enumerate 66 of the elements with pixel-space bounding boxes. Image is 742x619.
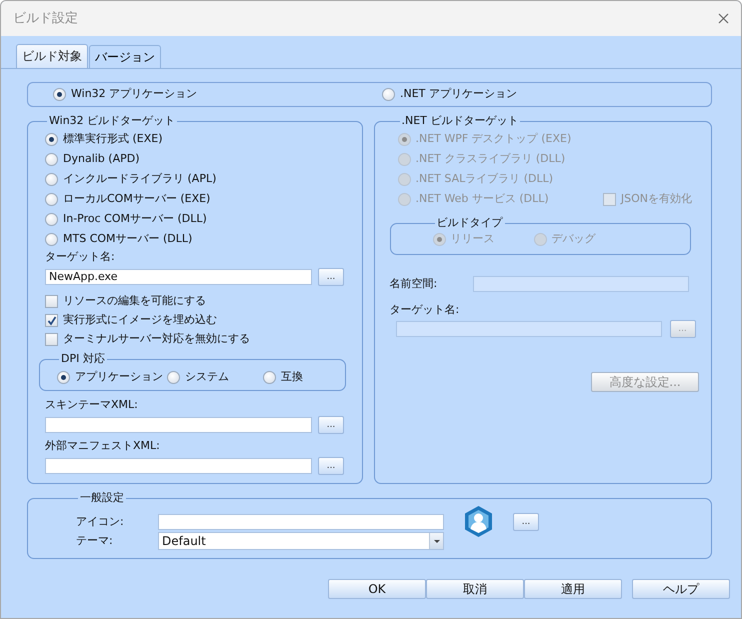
- radio-label: .NET Web サービス (DLL): [416, 190, 549, 207]
- radio-label: In-Proc COMサーバー (DLL): [63, 210, 207, 227]
- radio-label: .NET SALライブラリ (DLL): [416, 170, 554, 187]
- browse-button[interactable]: ...: [513, 512, 539, 530]
- field-label: 名前空間:: [390, 277, 438, 291]
- radio-label: .NET アプリケーション: [400, 86, 517, 102]
- radio-label: MTS COMサーバー (DLL): [63, 230, 192, 247]
- group-label: .NET ビルドターゲット: [400, 115, 520, 127]
- field-label: アイコン:: [76, 514, 125, 528]
- tab[interactable]: ビルド対象: [16, 44, 88, 68]
- radio-button[interactable]: [45, 212, 58, 226]
- dialog-button[interactable]: 適用: [524, 579, 622, 599]
- dropdown-value: Default: [162, 533, 206, 550]
- group-label: 一般設定: [79, 492, 125, 504]
- radio-button[interactable]: [45, 152, 58, 166]
- checkbox-label: リソースの編集を可能にする: [63, 293, 206, 310]
- radio-label: リリース: [450, 230, 494, 247]
- dialog-button[interactable]: ヘルプ: [632, 579, 730, 599]
- checkbox-label: JSONを有効化: [620, 190, 692, 207]
- radio-label: インクルードライブラリ (APL): [63, 170, 216, 187]
- radio-label: アプリケーション: [75, 368, 163, 385]
- group-label: ビルドタイプ: [436, 217, 504, 229]
- dialog-button[interactable]: 取消: [426, 579, 524, 599]
- radio-button[interactable]: [382, 88, 395, 101]
- theme-dropdown[interactable]: Default: [158, 532, 444, 550]
- avatar-icon: [462, 505, 495, 538]
- text-field[interactable]: NewApp.exe: [45, 269, 312, 285]
- radio-button[interactable]: [263, 370, 276, 384]
- checkbox[interactable]: [45, 333, 58, 346]
- checkbox[interactable]: [45, 295, 58, 308]
- radio-button[interactable]: [57, 370, 70, 384]
- tab[interactable]: バージョン: [89, 45, 161, 68]
- browse-button[interactable]: ...: [318, 457, 344, 475]
- field-label: ターゲット名:: [390, 303, 460, 317]
- radio-button[interactable]: [53, 88, 66, 101]
- radio-label: .NET WPF デスクトップ (EXE): [416, 130, 572, 147]
- field-label: スキンテーマXML:: [45, 398, 139, 412]
- radio-label: ローカルCOMサーバー (EXE): [63, 190, 210, 207]
- field-label: 外部マニフェストXML:: [45, 439, 161, 453]
- text-field[interactable]: [45, 417, 312, 433]
- browse-button[interactable]: ...: [318, 416, 344, 434]
- browse-button[interactable]: ...: [318, 268, 344, 286]
- radio-label: Dynalib (APD): [63, 150, 140, 167]
- group-label: Win32 ビルドターゲット: [48, 115, 176, 127]
- radio-label: システム: [185, 368, 229, 385]
- checkbox-label: 実行形式にイメージを埋め込む: [63, 312, 217, 328]
- dialog-button[interactable]: OK: [328, 579, 426, 599]
- text-field[interactable]: [158, 514, 444, 530]
- group-label: DPI 対応: [60, 353, 106, 365]
- radio-label: 標準実行形式 (EXE): [63, 130, 163, 147]
- radio-label: デバッグ: [552, 230, 596, 247]
- window-title: ビルド設定: [13, 10, 78, 28]
- radio-button[interactable]: [45, 132, 58, 146]
- checkbox-label: ターミナルサーバー対応を無効にする: [63, 331, 250, 348]
- text-field[interactable]: [45, 458, 312, 474]
- field-label: テーマ:: [76, 534, 114, 548]
- radio-label: .NET クラスライブラリ (DLL): [416, 150, 566, 167]
- radio-label: 互換: [281, 368, 303, 385]
- radio-button[interactable]: [45, 192, 58, 206]
- radio-button[interactable]: [167, 370, 180, 384]
- close-icon[interactable]: [718, 13, 729, 24]
- checkbox[interactable]: [45, 314, 58, 327]
- radio-button[interactable]: [45, 232, 58, 246]
- radio-label: Win32 アプリケーション: [71, 86, 198, 102]
- field-label: ターゲット名:: [45, 250, 116, 264]
- radio-button[interactable]: [45, 172, 58, 186]
